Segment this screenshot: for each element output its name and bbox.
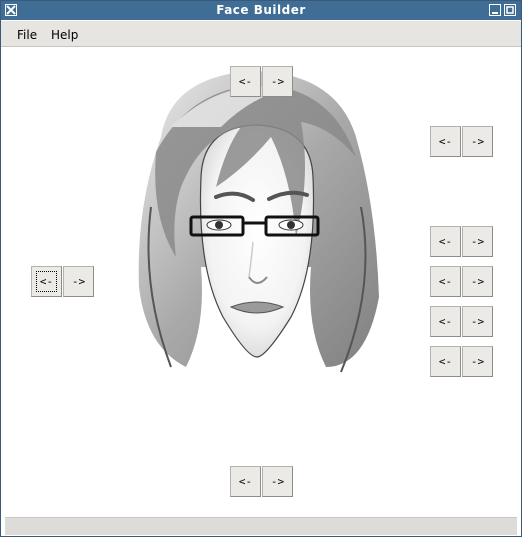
hair-selector: <- -> xyxy=(430,126,494,158)
nose-prev-button[interactable]: <- xyxy=(430,306,461,337)
eyes-selector: <- -> xyxy=(430,266,494,298)
nose-selector: <- -> xyxy=(430,306,494,338)
hair-next-button[interactable]: -> xyxy=(462,126,493,157)
bottom-prev-button[interactable]: <- xyxy=(230,466,261,497)
top-feature-selector: <- -> xyxy=(230,66,294,98)
menu-file[interactable]: File xyxy=(17,28,37,42)
app-window: Face Builder File Help <- -> <- -> <- ->… xyxy=(0,0,522,537)
portrait-illustration xyxy=(138,71,379,373)
menu-bar: File Help xyxy=(1,21,521,47)
face-portrait xyxy=(131,67,381,377)
window-title: Face Builder xyxy=(216,3,306,17)
minimize-icon[interactable] xyxy=(489,4,501,16)
nose-next-button[interactable]: -> xyxy=(462,306,493,337)
status-bar xyxy=(5,517,517,535)
eyes-prev-button[interactable]: <- xyxy=(430,266,461,297)
glasses-prev-button[interactable]: <- xyxy=(31,266,62,297)
bottom-next-button[interactable]: -> xyxy=(262,466,293,497)
glasses-selector: <- -> xyxy=(31,266,95,298)
bottom-feature-selector: <- -> xyxy=(230,466,294,498)
eyebrows-selector: <- -> xyxy=(430,226,494,258)
top-next-button[interactable]: -> xyxy=(262,66,293,97)
eyebrows-next-button[interactable]: -> xyxy=(462,226,493,257)
glasses-next-button[interactable]: -> xyxy=(63,266,94,297)
eyebrows-prev-button[interactable]: <- xyxy=(430,226,461,257)
title-bar: Face Builder xyxy=(1,1,521,20)
hair-prev-button[interactable]: <- xyxy=(430,126,461,157)
mouth-prev-button[interactable]: <- xyxy=(430,346,461,377)
eyes-next-button[interactable]: -> xyxy=(462,266,493,297)
menu-help[interactable]: Help xyxy=(51,28,78,42)
mouth-selector: <- -> xyxy=(430,346,494,378)
mouth-next-button[interactable]: -> xyxy=(462,346,493,377)
top-prev-button[interactable]: <- xyxy=(230,66,261,97)
maximize-icon[interactable] xyxy=(504,4,516,16)
